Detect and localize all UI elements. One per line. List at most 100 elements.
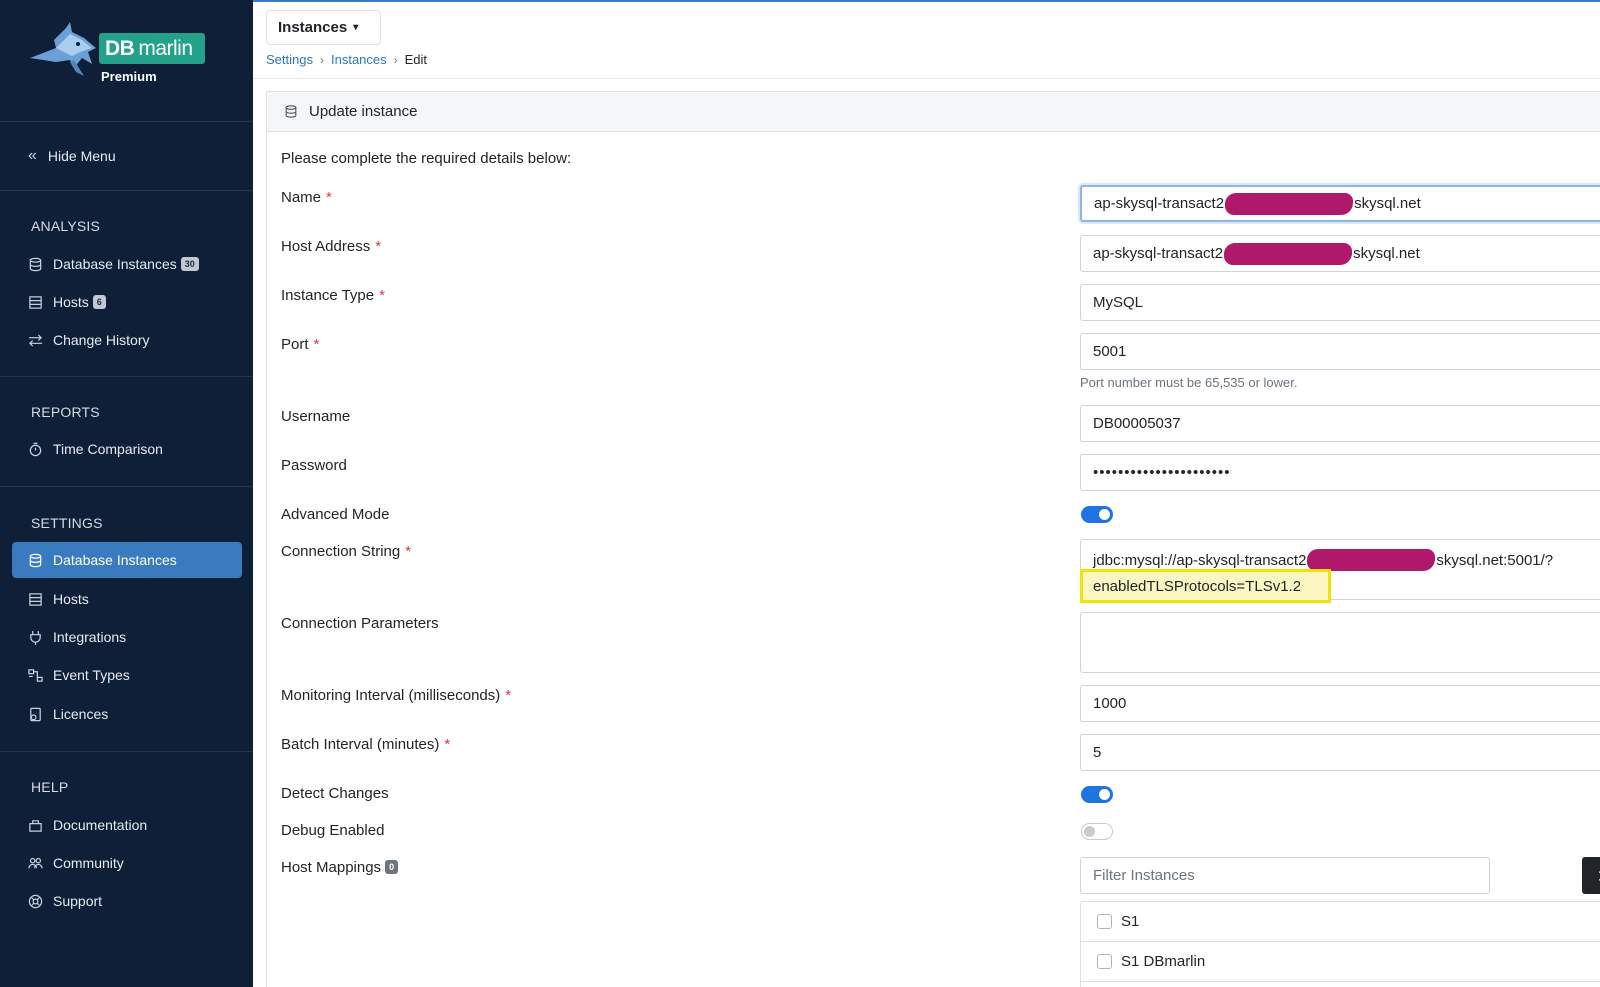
list-item[interactable]: S1 DBmarlin bbox=[1081, 942, 1600, 982]
help-section: HELP Documentation Community Support bbox=[0, 752, 253, 987]
name-label: Name * bbox=[281, 189, 332, 206]
header-divider bbox=[253, 78, 1600, 79]
detect-changes-label: Detect Changes bbox=[281, 785, 389, 802]
debug-enabled-toggle[interactable] bbox=[1081, 823, 1113, 840]
count-badge: 0 bbox=[385, 860, 399, 874]
nav-label: Event Types bbox=[53, 667, 130, 683]
nav-settings-hosts[interactable]: Hosts bbox=[12, 581, 242, 617]
nav-event-types[interactable]: Event Types bbox=[12, 657, 242, 693]
host-address-label: Host Address * bbox=[281, 238, 382, 255]
connection-params-textarea[interactable] bbox=[1080, 612, 1600, 673]
card-title: Update instance bbox=[309, 103, 418, 120]
host-address-input[interactable]: ap-skysql-transact2 skysql.net bbox=[1080, 235, 1600, 272]
chevron-right-icon: › bbox=[393, 52, 398, 67]
nav-label: Documentation bbox=[53, 817, 148, 833]
database-icon bbox=[285, 105, 297, 118]
breadcrumb-settings-link[interactable]: Settings bbox=[266, 52, 313, 67]
connection-string-line2: enabledTLSProtocols=TLSv1.2 bbox=[1093, 577, 1302, 595]
advanced-mode-toggle[interactable] bbox=[1081, 506, 1113, 523]
password-value: •••••••••••••••••••••• bbox=[1093, 464, 1231, 481]
nav-label: Licences bbox=[53, 706, 109, 722]
logo-db-text: DB bbox=[105, 36, 135, 60]
redaction-mark bbox=[1225, 192, 1354, 215]
redaction-mark bbox=[1307, 549, 1436, 571]
host-mappings-label: Host Mappings 0 bbox=[281, 859, 399, 876]
advanced-mode-label: Advanced Mode bbox=[281, 506, 390, 523]
nav-label: Community bbox=[53, 855, 124, 871]
reports-title: REPORTS bbox=[31, 404, 100, 420]
database-icon bbox=[29, 553, 42, 567]
filter-instances-input[interactable]: Filter Instances bbox=[1080, 857, 1490, 894]
server-icon bbox=[29, 592, 42, 606]
help-title: HELP bbox=[31, 779, 69, 795]
list-item-label: S1 bbox=[1121, 913, 1140, 930]
connection-string-label: Connection String * bbox=[281, 543, 412, 560]
certificate-icon bbox=[30, 707, 41, 721]
nav-documentation[interactable]: Documentation bbox=[12, 807, 242, 843]
analysis-section: ANALYSIS Database Instances 30 Hosts 6 C… bbox=[0, 191, 253, 377]
marlin-fish-icon bbox=[30, 22, 96, 76]
filter-placeholder: Filter Instances bbox=[1093, 867, 1195, 884]
nav-settings-database-instances[interactable]: Database Instances bbox=[12, 542, 242, 578]
name-input[interactable]: ap-skysql-transact2 skysql.net bbox=[1080, 185, 1600, 222]
breadcrumb-instances-link[interactable]: Instances bbox=[331, 52, 387, 67]
monitoring-interval-input[interactable]: 1000 bbox=[1080, 685, 1600, 722]
plug-icon bbox=[30, 630, 41, 645]
database-icon bbox=[29, 257, 42, 271]
nav-community[interactable]: Community bbox=[12, 845, 242, 881]
instance-type-label: Instance Type * bbox=[281, 287, 385, 304]
lifebuoy-icon bbox=[28, 894, 43, 908]
sidebar: DB marlin Premium « Hide Menu ANALYSIS D… bbox=[0, 0, 253, 987]
connection-string-line1: jdbc:mysql://ap-skysql-transact2 skysql.… bbox=[1093, 549, 1553, 571]
name-value-prefix: ap-skysql-transact2 bbox=[1094, 195, 1225, 212]
form-intro: Please complete the required details bel… bbox=[281, 150, 572, 167]
logo[interactable]: DB marlin Premium bbox=[0, 0, 253, 122]
diagram-icon bbox=[28, 668, 43, 682]
instances-dropdown[interactable]: Instances ▾ bbox=[266, 10, 381, 45]
count-badge: 30 bbox=[180, 257, 199, 271]
monitoring-interval-value: 1000 bbox=[1093, 695, 1127, 712]
chevron-right-icon: › bbox=[319, 52, 324, 67]
nav-label: Database Instances bbox=[53, 256, 177, 272]
nav-licences[interactable]: Licences bbox=[12, 696, 242, 732]
nav-label: Integrations bbox=[53, 629, 127, 645]
docs-icon bbox=[29, 819, 42, 832]
nav-analysis-database-instances[interactable]: Database Instances 30 bbox=[12, 246, 242, 282]
checkbox[interactable] bbox=[1097, 914, 1112, 929]
host-value-suffix: skysql.net bbox=[1353, 245, 1420, 262]
nav-support[interactable]: Support bbox=[12, 883, 242, 919]
nav-time-comparison[interactable]: Time Comparison bbox=[12, 431, 242, 467]
instance-type-select[interactable]: MySQL bbox=[1080, 284, 1600, 321]
tls-highlight: enabledTLSProtocols=TLSv1.2 bbox=[1080, 569, 1331, 603]
port-input[interactable]: 5001 bbox=[1080, 333, 1600, 370]
logo-tier: Premium bbox=[101, 69, 157, 84]
logo-marlin-text: marlin bbox=[138, 36, 193, 60]
clear-filter-button[interactable] bbox=[1582, 857, 1600, 894]
dropdown-label: Instances bbox=[278, 19, 348, 36]
logo-badge: DB marlin bbox=[99, 33, 205, 64]
conn-prefix: jdbc:mysql://ap-skysql-transact2 bbox=[1093, 551, 1307, 569]
batch-interval-input[interactable]: 5 bbox=[1080, 734, 1600, 771]
username-input[interactable]: DB00005037 bbox=[1080, 405, 1600, 442]
connection-params-label: Connection Parameters bbox=[281, 615, 439, 632]
people-icon bbox=[28, 857, 43, 868]
debug-enabled-label: Debug Enabled bbox=[281, 822, 385, 839]
server-icon bbox=[29, 295, 42, 309]
nav-analysis-hosts[interactable]: Hosts 6 bbox=[12, 284, 242, 320]
settings-section: SETTINGS Database Instances Hosts Integr… bbox=[0, 487, 253, 752]
list-item[interactable]: S1 bbox=[1081, 902, 1600, 942]
detect-changes-toggle[interactable] bbox=[1081, 786, 1113, 803]
port-value: 5001 bbox=[1093, 343, 1127, 360]
stopwatch-icon bbox=[29, 442, 42, 456]
hide-menu-button[interactable]: « Hide Menu bbox=[0, 122, 253, 191]
nav-label: Hosts bbox=[53, 294, 89, 310]
host-mappings-list: S1 S1 DBmarlin bbox=[1080, 901, 1600, 987]
breadcrumb: Settings › Instances › Edit bbox=[266, 52, 427, 67]
password-input[interactable]: •••••••••••••••••••••• bbox=[1080, 454, 1600, 491]
nav-integrations[interactable]: Integrations bbox=[12, 619, 242, 655]
arrows-swap-icon bbox=[28, 333, 43, 347]
username-label: Username bbox=[281, 408, 351, 425]
checkbox[interactable] bbox=[1097, 954, 1112, 969]
nav-label: Database Instances bbox=[53, 552, 177, 568]
nav-change-history[interactable]: Change History bbox=[12, 322, 242, 358]
